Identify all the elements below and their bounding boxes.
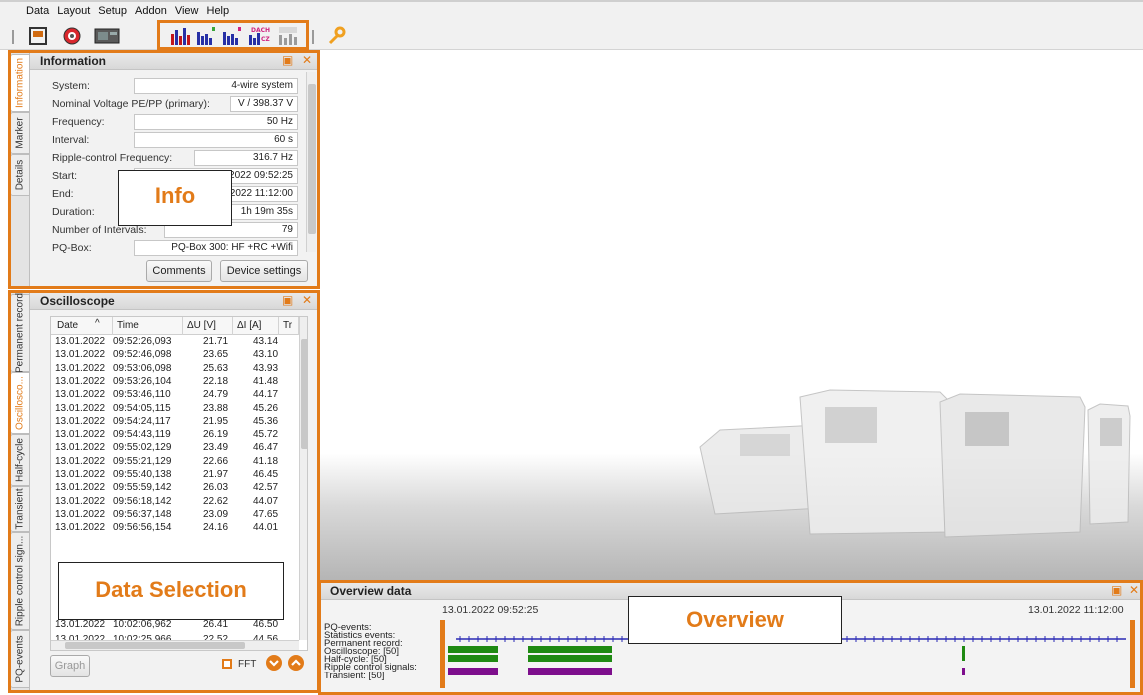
info-highlight-frame xyxy=(8,50,320,289)
main-view xyxy=(320,52,1143,580)
menu-data[interactable]: Data xyxy=(0,2,53,17)
menu-view[interactable]: View xyxy=(171,2,203,17)
toolbar-highlight-frame xyxy=(157,20,309,50)
disc-icon[interactable] xyxy=(62,26,82,46)
save-icon[interactable] xyxy=(28,26,48,46)
menu-addon[interactable]: Addon xyxy=(131,2,171,17)
menu-help[interactable]: Help xyxy=(203,2,234,17)
overview-highlight-frame xyxy=(318,580,1143,695)
toolbar-grip[interactable] xyxy=(12,30,14,44)
toolbar-grip-2[interactable] xyxy=(312,30,314,44)
wrench-icon[interactable] xyxy=(326,26,346,46)
menu-bar: Data Layout Setup Addon View Help xyxy=(0,0,1143,22)
data-selection-highlight-frame xyxy=(8,290,320,693)
menu-layout[interactable]: Layout xyxy=(53,2,94,17)
menu-setup[interactable]: Setup xyxy=(94,2,131,17)
device-icon[interactable] xyxy=(94,26,120,46)
device-image xyxy=(699,389,1131,538)
